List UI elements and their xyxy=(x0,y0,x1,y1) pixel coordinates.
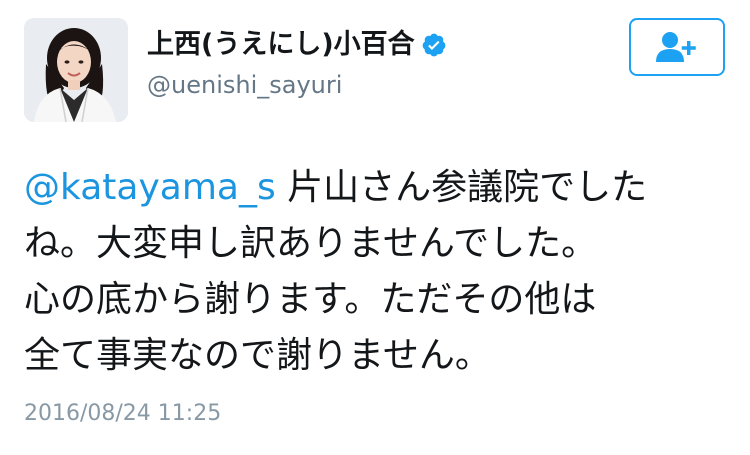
avatar[interactable] xyxy=(24,18,128,122)
verified-badge-icon xyxy=(422,33,446,57)
tweet-line-1: @katayama_s 片山さん参議院でした xyxy=(24,160,729,216)
add-user-icon xyxy=(656,32,696,62)
display-name[interactable]: 上西(うえにし)小百合 xyxy=(147,28,447,62)
tweet-line-2: ね。大変申し訳ありませんでした。 xyxy=(24,223,598,264)
tweet-timestamp[interactable]: 2016/08/24 11:25 xyxy=(24,400,221,428)
profile-photo-icon xyxy=(24,18,128,122)
tweet-line-4: 全て事実なので謝りません。 xyxy=(24,335,491,376)
tweet-line-3: 心の底から謝ります。ただその他は xyxy=(24,279,597,320)
user-handle[interactable]: @uenishi_sayuri xyxy=(147,70,342,100)
display-name-text: 上西(うえにし)小百合 xyxy=(147,29,415,60)
follow-button[interactable] xyxy=(629,18,725,76)
tweet-text: @katayama_s 片山さん参議院でした ね。大変申し訳ありませんでした。 … xyxy=(24,160,729,384)
mention-link[interactable]: @katayama_s xyxy=(24,167,276,208)
tweet-line-1-text: 片山さん参議院でした xyxy=(275,167,648,208)
